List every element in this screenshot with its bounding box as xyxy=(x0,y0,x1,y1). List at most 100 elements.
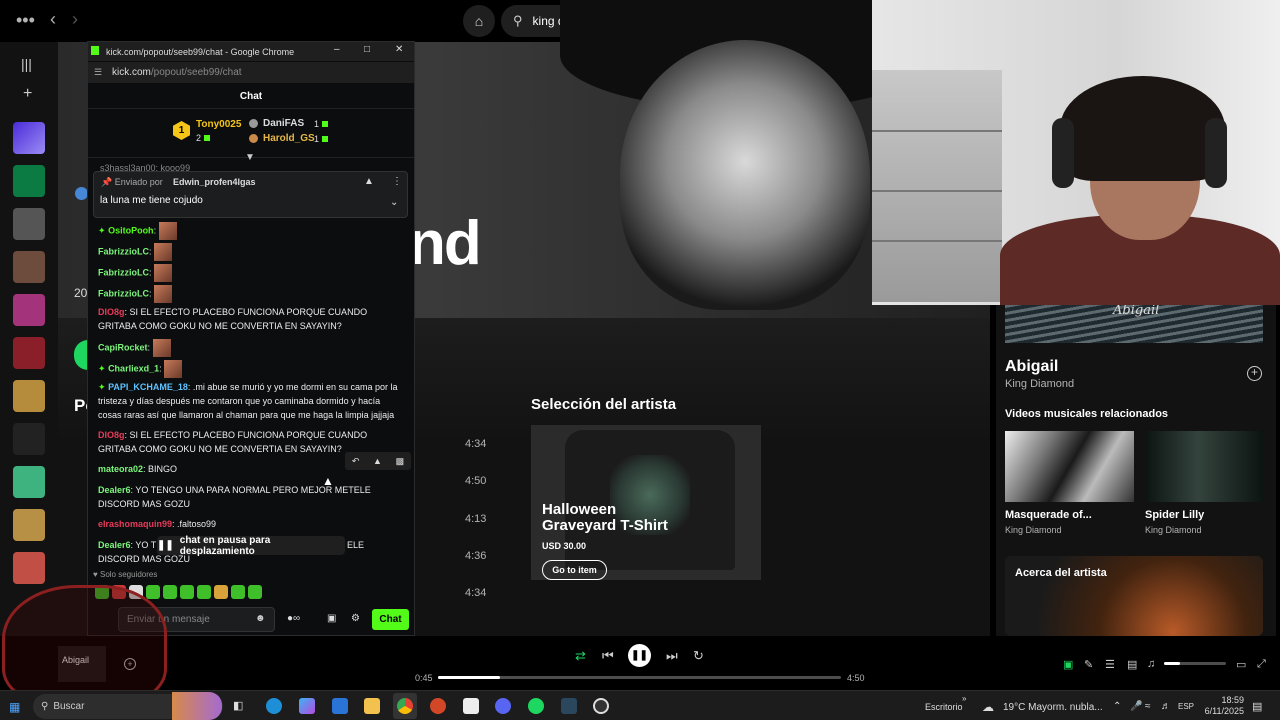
chat-username[interactable]: DIO8g xyxy=(98,430,125,440)
playlist-thumb[interactable] xyxy=(13,337,45,369)
lyrics-icon[interactable]: ✎ xyxy=(1084,658,1093,671)
chat-username[interactable]: PAPI_KCHAME_18 xyxy=(108,382,188,392)
powerpoint-icon[interactable] xyxy=(430,698,446,714)
file-explorer-icon[interactable] xyxy=(364,698,380,714)
edge-icon[interactable] xyxy=(266,698,282,714)
home-button[interactable]: ⌂ xyxy=(463,5,495,37)
related-video-title[interactable]: Masquerade of... xyxy=(1005,509,1092,521)
playlist-thumb[interactable] xyxy=(13,552,45,584)
weather-widget[interactable]: 19°C Mayorm. nubla... xyxy=(1003,702,1103,713)
site-settings-icon[interactable]: ☰ xyxy=(94,67,102,78)
playlist-thumb[interactable] xyxy=(13,509,45,541)
pinned-by-user[interactable]: Edwin_profen4lgas xyxy=(173,177,256,187)
chat-username[interactable]: FabrizzioLC xyxy=(98,288,149,298)
related-video-title[interactable]: Spider Lilly xyxy=(1145,509,1204,521)
wifi-icon[interactable]: ≈ xyxy=(1145,701,1151,712)
obs-icon[interactable] xyxy=(593,698,609,714)
add-to-library-icon[interactable]: + xyxy=(1247,366,1262,381)
emoji-picker-icon[interactable]: ☻ xyxy=(255,613,266,624)
play-pause-button[interactable]: ❚❚ xyxy=(628,644,651,667)
close-window-icon[interactable]: ✕ xyxy=(395,44,403,55)
chevron-down-icon[interactable]: ⌄ xyxy=(390,197,398,208)
delete-icon[interactable]: ▩ xyxy=(396,456,405,467)
outlook-icon[interactable] xyxy=(332,698,348,714)
chat-username[interactable]: Charliexd_1 xyxy=(108,363,159,373)
emote-icon[interactable] xyxy=(146,585,160,599)
send-chat-button[interactable]: Chat xyxy=(372,609,409,630)
next-track-icon[interactable]: ⏭ xyxy=(666,648,678,664)
volume-icon[interactable]: ♫ xyxy=(1147,658,1155,670)
go-to-item-button[interactable]: Go to item xyxy=(542,560,607,580)
emote-icon[interactable] xyxy=(197,585,211,599)
settings-gear-icon[interactable]: ⚙ xyxy=(351,613,360,624)
chat-username[interactable]: CapiRocket xyxy=(98,342,148,352)
copilot-icon[interactable] xyxy=(299,698,315,714)
more-options-icon[interactable]: ⋮ xyxy=(392,176,402,187)
playlist-thumb[interactable] xyxy=(13,294,45,326)
chat-username[interactable]: Dealer6 xyxy=(98,485,131,495)
microphone-icon[interactable]: 🎤 xyxy=(1130,701,1142,712)
playlist-thumb[interactable] xyxy=(13,208,45,240)
repeat-icon[interactable]: ↻ xyxy=(693,648,704,664)
collapse-leaderboard-icon[interactable]: ▼ xyxy=(245,152,255,163)
show-hidden-icons-icon[interactable]: ⌃ xyxy=(1113,701,1121,712)
language-indicator[interactable]: ESP xyxy=(1178,702,1194,711)
leader-name[interactable]: Harold_GS xyxy=(263,133,315,144)
unpin-icon[interactable]: ▲ xyxy=(364,176,374,187)
chat-username[interactable]: Dealer6 xyxy=(98,540,131,550)
notifications-icon[interactable]: ▤ xyxy=(1252,700,1262,713)
emote-icon[interactable] xyxy=(163,585,177,599)
windows-start-icon[interactable]: ▦ xyxy=(9,700,20,714)
chat-username[interactable]: mateora02 xyxy=(98,464,143,474)
maximize-icon[interactable]: □ xyxy=(364,44,370,55)
create-plus-icon[interactable]: + xyxy=(23,85,32,103)
reply-icon[interactable]: ↶ xyxy=(352,456,360,467)
chat-username[interactable]: FabrizzioLC xyxy=(98,267,149,277)
chrome-icon[interactable] xyxy=(397,698,413,714)
connect-device-icon[interactable]: ▤ xyxy=(1127,658,1137,671)
document-icon[interactable] xyxy=(463,698,479,714)
library-icon[interactable]: ||| xyxy=(21,56,32,72)
playlist-thumb[interactable] xyxy=(13,466,45,498)
playlist-thumb[interactable] xyxy=(13,251,45,283)
chat-username[interactable]: FabrizzioLC xyxy=(98,246,149,256)
now-playing-view-icon[interactable]: ▣ xyxy=(1063,658,1073,671)
spotify-icon[interactable] xyxy=(528,698,544,714)
leader-name[interactable]: Tony0025 xyxy=(196,119,241,130)
chat-paused-notice[interactable]: ❚❚ chat en pausa para desplazamiento xyxy=(157,535,345,557)
forward-arrow-icon[interactable]: › xyxy=(72,9,78,30)
toolbar-expand-icon[interactable]: » xyxy=(962,694,966,703)
clock[interactable]: 18:59 6/11/2025 xyxy=(1202,695,1244,717)
chat-users-icon[interactable]: ●∞ xyxy=(287,613,300,624)
pin-icon[interactable]: ▲ xyxy=(373,456,382,466)
fullscreen-icon[interactable]: ⤢ xyxy=(1257,658,1266,671)
liked-songs-thumb[interactable] xyxy=(13,122,45,154)
shuffle-icon[interactable]: ⇄ xyxy=(575,648,586,664)
store-icon[interactable]: ▣ xyxy=(327,613,336,624)
desktop-label[interactable]: Escritorio xyxy=(925,702,963,712)
emote-icon[interactable] xyxy=(248,585,262,599)
speaker-icon[interactable]: ♬ xyxy=(1161,701,1171,712)
more-options-icon[interactable]: ••• xyxy=(16,10,35,31)
queue-icon[interactable]: ☰ xyxy=(1105,658,1115,671)
now-playing-title[interactable]: Abigail xyxy=(1005,358,1058,376)
emote-icon[interactable] xyxy=(180,585,194,599)
chat-username[interactable]: elrashomaquin99 xyxy=(98,519,172,529)
saved-episodes-thumb[interactable] xyxy=(13,165,45,197)
address-bar[interactable]: kick.com/popout/seeb99/chat xyxy=(88,62,414,83)
previous-track-icon[interactable]: ⏮ xyxy=(602,648,614,664)
chat-username[interactable]: OsitoPooh xyxy=(108,225,154,235)
emote-icon[interactable] xyxy=(214,585,228,599)
playlist-thumb[interactable] xyxy=(13,423,45,455)
discord-icon[interactable] xyxy=(495,698,511,714)
back-arrow-icon[interactable]: ‹ xyxy=(50,9,56,30)
now-playing-artist[interactable]: King Diamond xyxy=(1005,378,1074,390)
steam-icon[interactable] xyxy=(561,698,577,714)
leader-name[interactable]: DaniFAS xyxy=(263,118,304,129)
emote-icon[interactable] xyxy=(231,585,245,599)
task-view-icon[interactable]: ◧ xyxy=(233,699,243,712)
related-video-artist[interactable]: King Diamond xyxy=(1005,525,1062,535)
related-video-artist[interactable]: King Diamond xyxy=(1145,525,1202,535)
chat-username[interactable]: DIO8g xyxy=(98,307,125,317)
playlist-thumb[interactable] xyxy=(13,380,45,412)
